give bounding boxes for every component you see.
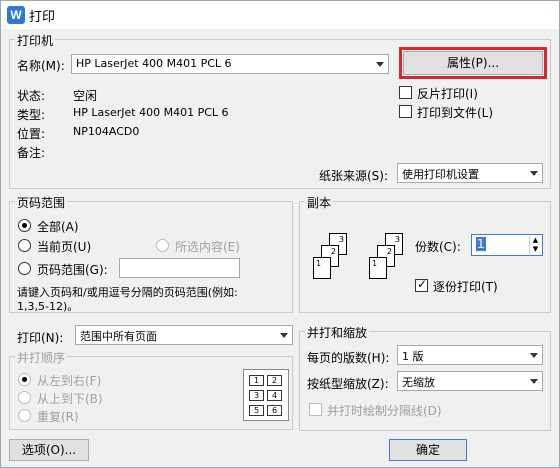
properties-button[interactable]: 属性(P)... [399,47,547,79]
print-dialog: W 打印 打印机 名称(M): HP LaserJet 400 M401 PCL… [0,0,560,468]
current-page-radio[interactable] [18,239,31,252]
repeat-label[interactable]: 重复(R) [37,408,79,425]
pages-per-sheet-label: 每页的版数(H): [307,351,390,365]
page-range-pages-radio[interactable] [18,262,31,275]
printer-name-select[interactable]: HP LaserJet 400 M401 PCL 6 [71,54,389,74]
collate-preview: 1 2 3 4 5 6 [243,369,289,421]
comment-label: 备注: [17,146,46,160]
printer-group-title: 打印机 [15,32,56,49]
location-value: NP104ACD0 [73,125,140,138]
top-to-bottom-radio[interactable] [18,391,31,404]
page-range-pages-label[interactable]: 页码范围(G): [37,261,108,278]
left-to-right-radio[interactable] [18,373,31,386]
page-icon: 1 [369,257,387,279]
paper-source-value: 使用打印机设置 [402,168,479,181]
page-range-group-title: 页码范围 [15,194,68,211]
preview-cell: 1 [249,375,264,386]
location-label: 位置: [17,127,46,141]
chevron-down-icon [530,379,538,384]
scale-select[interactable]: 无缩放 [397,371,543,391]
page-range-all-label[interactable]: 全部(A) [37,218,79,235]
zoom-group-title: 并打和缩放 [305,324,370,341]
preview-cell: 6 [267,405,282,416]
status-label: 状态: [17,89,46,103]
draw-lines-checkbox[interactable] [309,403,322,416]
draw-lines-label[interactable]: 并打时绘制分隔线(D) [327,402,442,419]
left-to-right-label[interactable]: 从左到右(F) [37,372,101,389]
selection-radio[interactable] [156,239,169,252]
collate-order-group-title: 并打顺序 [15,349,68,366]
page-icon: 1 [313,257,331,279]
ok-button[interactable]: 确定 [389,439,467,461]
page-range-hint-example: 1,3,5-12)。 [17,300,79,313]
preview-cell: 4 [267,390,282,401]
chevron-down-icon [280,333,288,338]
chevron-down-icon [530,353,538,358]
collate-pages-icon-2: 3 2 1 [363,233,413,289]
top-to-bottom-label[interactable]: 从上到下(B) [37,390,103,407]
pages-per-sheet-value: 1 版 [402,350,424,363]
options-button[interactable]: 选项(O)... [9,439,89,461]
scale-label: 按纸型缩放(Z): [307,377,389,391]
reverse-print-label[interactable]: 反片打印(I) [417,85,478,102]
spinner-down-icon[interactable]: ▼ [529,245,541,254]
print-to-file-checkbox[interactable] [399,105,412,118]
type-label: 类型: [17,108,46,122]
print-to-file-label[interactable]: 打印到文件(L) [417,104,493,121]
copies-group-title: 副本 [305,194,334,211]
reverse-print-checkbox[interactable] [399,86,412,99]
scale-value: 无缩放 [402,376,435,389]
print-what-select[interactable]: 范围中所有页面 [75,325,293,345]
collate-checkbox[interactable] [415,277,428,292]
type-value: HP LaserJet 400 M401 PCL 6 [73,106,229,119]
selection-label[interactable]: 所选内容(E) [175,238,240,255]
paper-source-label: 纸张来源(S): [319,169,389,183]
page-range-all-radio[interactable] [18,219,31,232]
paper-source-select[interactable]: 使用打印机设置 [397,163,543,183]
collate-pages-icon-1: 3 2 1 [307,233,357,289]
printer-name-value: HP LaserJet 400 M401 PCL 6 [76,57,232,70]
printer-name-label: 名称(M): [17,59,65,73]
spinner-up-icon[interactable]: ▲ [529,236,541,245]
window-title: 打印 [29,10,56,25]
status-value: 空闲 [73,89,98,103]
title-bar: W 打印 [1,1,559,29]
copies-count-input[interactable]: 1 ▲ ▼ [471,234,543,256]
print-what-label: 打印(N): [17,331,64,345]
repeat-radio[interactable] [18,409,31,422]
page-range-input[interactable] [119,258,240,278]
current-page-label[interactable]: 当前页(U) [37,238,91,255]
wps-app-icon: W [7,6,25,24]
copies-count-label: 份数(C): [415,240,461,254]
pages-per-sheet-select[interactable]: 1 版 [397,345,543,365]
chevron-down-icon [376,62,384,67]
copies-count-value: 1 [476,237,486,251]
chevron-down-icon [530,171,538,176]
print-what-value: 范围中所有页面 [80,330,157,343]
preview-cell: 5 [249,405,264,416]
preview-cell: 3 [249,390,264,401]
collate-label[interactable]: 逐份打印(T) [433,278,498,295]
preview-cell: 2 [267,375,282,386]
